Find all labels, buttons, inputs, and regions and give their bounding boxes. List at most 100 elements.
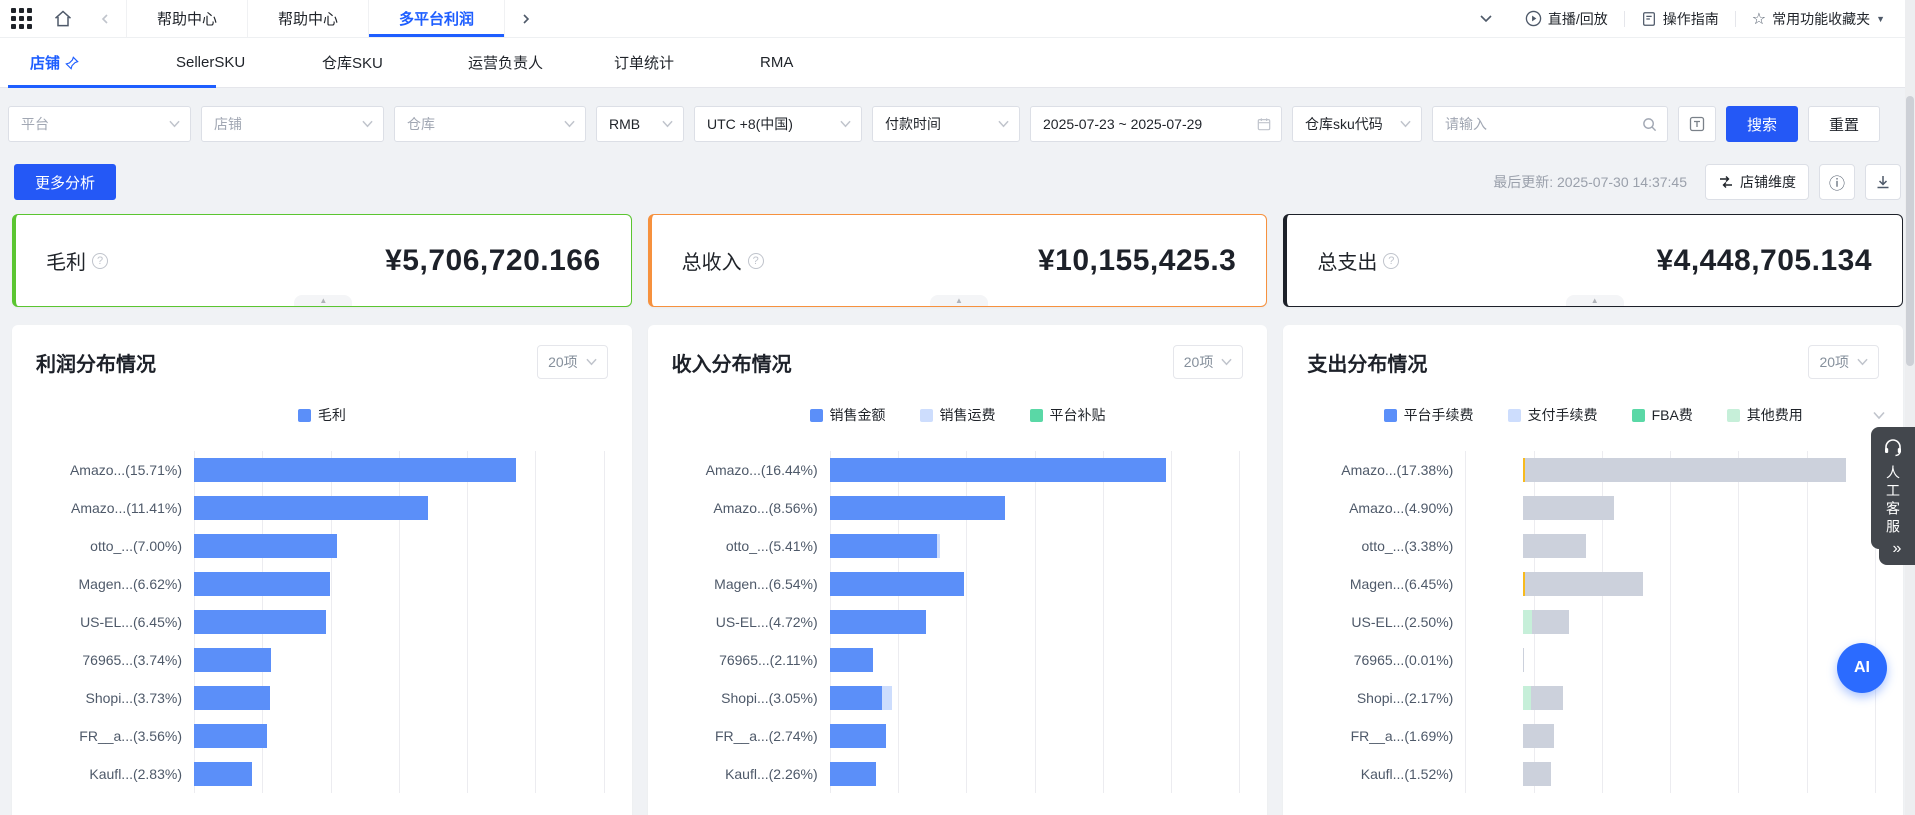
- download-button[interactable]: [1865, 164, 1901, 200]
- legend-item[interactable]: 其他费用: [1727, 405, 1803, 425]
- bar[interactable]: [1523, 610, 1915, 634]
- time-type-select-value: 付款时间: [885, 114, 998, 134]
- reset-button[interactable]: 重置: [1808, 106, 1880, 142]
- bar[interactable]: [194, 458, 604, 482]
- ai-assistant-button[interactable]: AI: [1837, 643, 1887, 693]
- window-tab-multi-platform-profit[interactable]: 多平台利润: [368, 0, 505, 37]
- bar-category-label: Shopi...(2.17%): [1307, 679, 1465, 717]
- panel-title: 收入分布情况: [672, 348, 792, 377]
- bar[interactable]: [830, 648, 1240, 672]
- scrollbar: [1905, 0, 1915, 815]
- nav-tab-store[interactable]: 店铺: [30, 38, 176, 87]
- items-count-select[interactable]: 20项: [1173, 345, 1244, 379]
- bar[interactable]: [830, 610, 1240, 634]
- dimension-switch-button[interactable]: 店铺维度: [1705, 164, 1809, 200]
- profit-distribution-panel: 利润分布情况 20项 毛利 Amazo...(15.71%)Amazo...(1…: [12, 325, 632, 815]
- bar[interactable]: [1523, 762, 1915, 786]
- bar[interactable]: [194, 724, 604, 748]
- bar[interactable]: [1523, 572, 1915, 596]
- window-tab-bar: 帮助中心 帮助中心 多平台利润 直播/回放 操作指南 ☆ 常用功能收藏夹 ▼: [0, 0, 1915, 38]
- date-range-value: 2025-07-23 ~ 2025-07-29: [1043, 116, 1257, 132]
- apps-menu-button[interactable]: [0, 0, 42, 37]
- nav-tab-sellersku[interactable]: SellerSKU: [176, 38, 322, 87]
- bar[interactable]: [1523, 458, 1915, 482]
- sku-type-select[interactable]: 仓库sku代码: [1292, 106, 1422, 142]
- batch-input-button[interactable]: [1678, 106, 1716, 142]
- keyword-input[interactable]: 请输入: [1432, 106, 1668, 142]
- expense-distribution-panel: 支出分布情况 20项 平台手续费支付手续费FBA费其他费用 Amazo...(1…: [1283, 325, 1903, 815]
- more-analysis-button[interactable]: 更多分析: [14, 164, 116, 200]
- bar[interactable]: [194, 534, 604, 558]
- legend-item[interactable]: 平台补贴: [1030, 405, 1106, 425]
- bar[interactable]: [194, 686, 604, 710]
- window-tab-help-center-2[interactable]: 帮助中心: [247, 0, 368, 37]
- collapse-header-button[interactable]: [1463, 14, 1509, 24]
- bar-segment: [194, 458, 516, 482]
- scrollbar-thumb[interactable]: [1906, 96, 1914, 366]
- operation-guide-button[interactable]: 操作指南: [1625, 9, 1735, 29]
- kpi-collapse-handle[interactable]: ▲: [294, 295, 352, 306]
- nav-tab-operator[interactable]: 运营负责人: [468, 38, 614, 87]
- bar[interactable]: [1523, 724, 1915, 748]
- window-tab-help-center-1[interactable]: 帮助中心: [126, 0, 247, 37]
- platform-select[interactable]: 平台: [8, 106, 191, 142]
- bar[interactable]: [830, 458, 1240, 482]
- bar[interactable]: [194, 496, 604, 520]
- bar[interactable]: [194, 762, 604, 786]
- legend-item[interactable]: FBA费: [1632, 405, 1693, 425]
- bar-category-label: Amazo...(4.90%): [1307, 489, 1465, 527]
- bar[interactable]: [1523, 534, 1915, 558]
- bar-category-label: Magen...(6.45%): [1307, 565, 1465, 603]
- items-count-select[interactable]: 20项: [537, 345, 608, 379]
- legend-item[interactable]: 销售运费: [920, 405, 996, 425]
- bar[interactable]: [830, 572, 1240, 596]
- favorites-menu[interactable]: ☆ 常用功能收藏夹 ▼: [1736, 9, 1901, 29]
- bar[interactable]: [1523, 496, 1915, 520]
- collapse-service-button[interactable]: »: [1879, 533, 1915, 565]
- kpi-label: 总收入: [682, 246, 742, 275]
- bar[interactable]: [830, 496, 1240, 520]
- legend-overflow-button[interactable]: [1873, 407, 1885, 425]
- live-replay-button[interactable]: 直播/回放: [1509, 9, 1624, 29]
- legend-item[interactable]: 毛利: [298, 405, 346, 425]
- bar[interactable]: [194, 648, 604, 672]
- tab-scroll-left-button[interactable]: [84, 0, 126, 37]
- kpi-collapse-handle[interactable]: ▲: [930, 295, 988, 306]
- bar[interactable]: [194, 572, 604, 596]
- bar-segment: [830, 572, 964, 596]
- timezone-select[interactable]: UTC +8(中国): [694, 106, 862, 142]
- window-tab-label: 帮助中心: [278, 8, 338, 29]
- bar[interactable]: [830, 724, 1240, 748]
- kpi-collapse-handle[interactable]: ▲: [1566, 295, 1624, 306]
- store-select[interactable]: 店铺: [201, 106, 384, 142]
- time-type-select[interactable]: 付款时间: [872, 106, 1020, 142]
- legend-item[interactable]: 支付手续费: [1508, 405, 1598, 425]
- legend-item[interactable]: 销售金额: [810, 405, 886, 425]
- search-icon: [1642, 117, 1657, 132]
- grid-icon: [11, 8, 32, 29]
- bar[interactable]: [194, 610, 604, 634]
- currency-select[interactable]: RMB: [596, 106, 684, 142]
- search-button[interactable]: 搜索: [1726, 106, 1798, 142]
- bar-category-label: Kaufl...(2.83%): [36, 755, 194, 793]
- legend-swatch: [1727, 409, 1740, 422]
- guide-doc-icon: [1641, 11, 1657, 27]
- tab-scroll-right-button[interactable]: [505, 0, 547, 37]
- nav-tab-order-stats[interactable]: 订单统计: [614, 38, 760, 87]
- chart-legend: 销售金额 销售运费 平台补贴: [672, 405, 1244, 425]
- legend-item[interactable]: 平台手续费: [1384, 405, 1474, 425]
- info-button[interactable]: ⓘ: [1819, 164, 1855, 200]
- help-icon[interactable]: ?: [1383, 253, 1399, 269]
- items-count-select[interactable]: 20项: [1808, 345, 1879, 379]
- warehouse-select[interactable]: 仓库: [394, 106, 586, 142]
- nav-tab-warehouse-sku[interactable]: 仓库SKU: [322, 38, 468, 87]
- bar[interactable]: [830, 762, 1240, 786]
- home-button[interactable]: [42, 0, 84, 37]
- date-range-picker[interactable]: 2025-07-23 ~ 2025-07-29: [1030, 106, 1282, 142]
- nav-tab-rma[interactable]: RMA: [760, 38, 906, 87]
- bar[interactable]: [830, 686, 1240, 710]
- customer-service-tab[interactable]: 人工客服: [1871, 427, 1915, 549]
- help-icon[interactable]: ?: [92, 253, 108, 269]
- help-icon[interactable]: ?: [748, 253, 764, 269]
- bar[interactable]: [830, 534, 1240, 558]
